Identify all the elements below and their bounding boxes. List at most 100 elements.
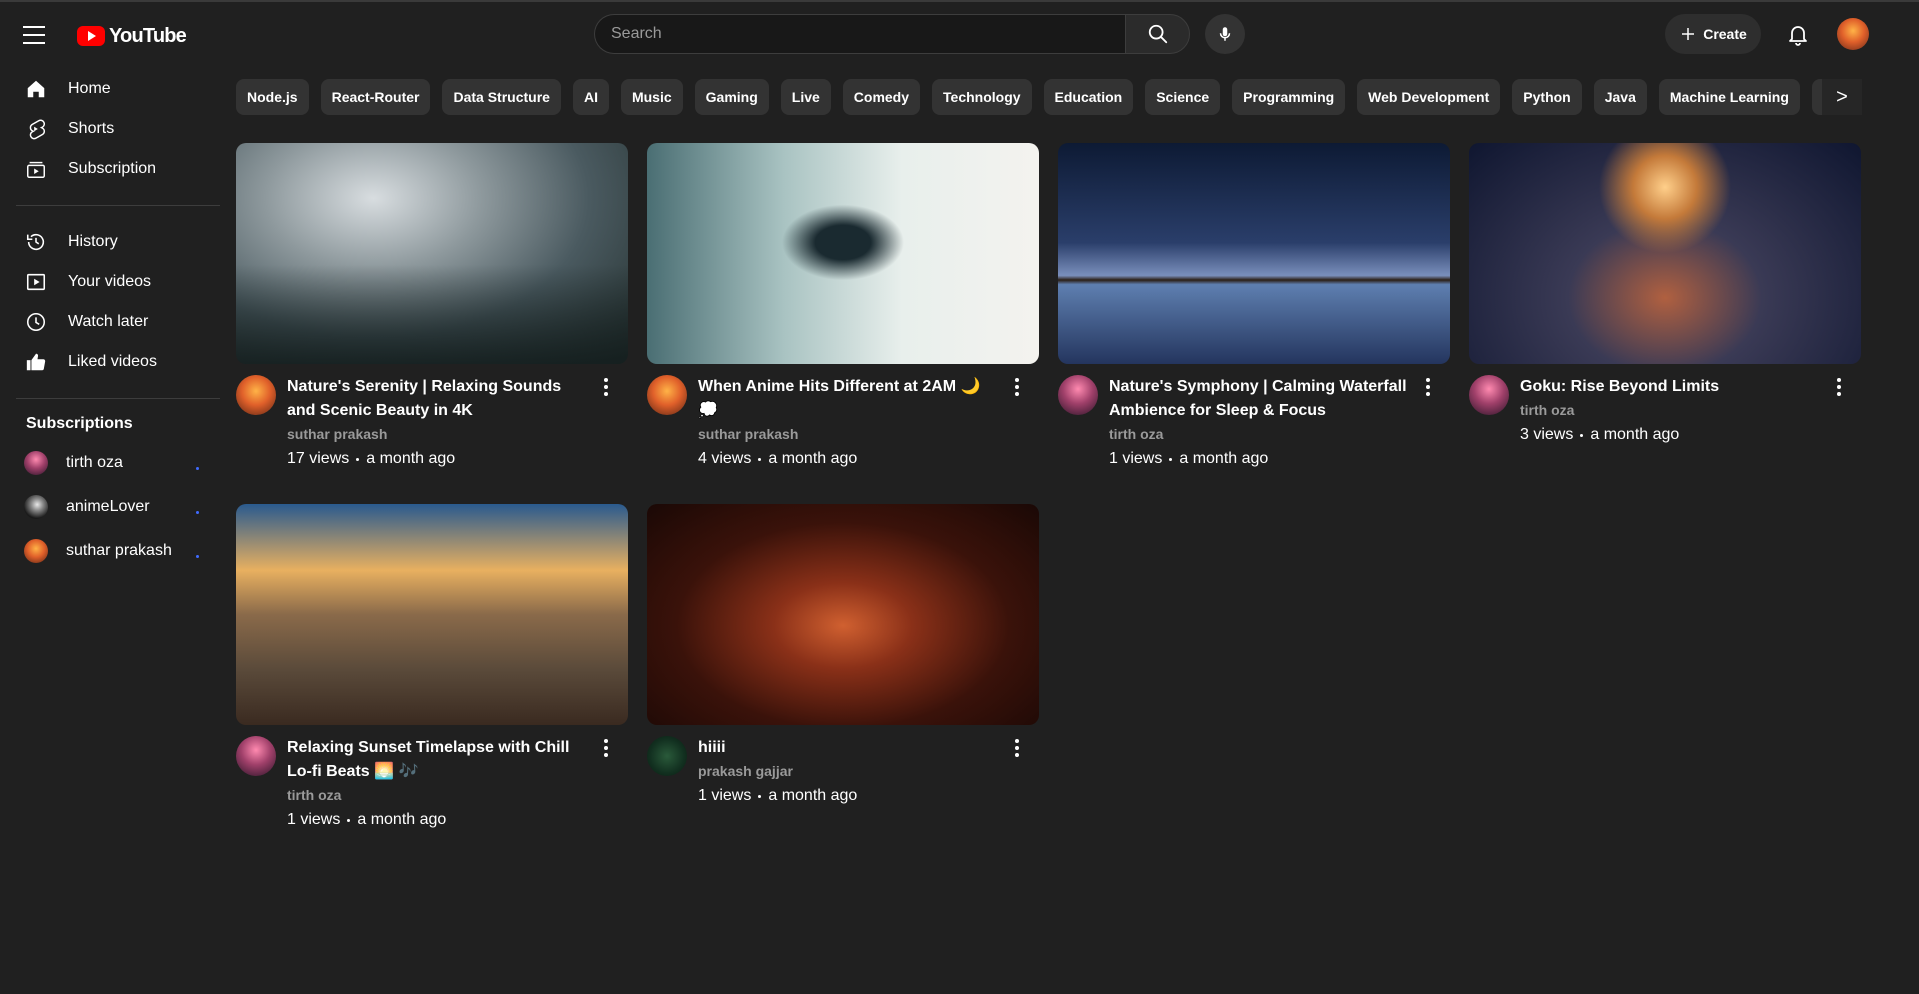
chip-gaming[interactable]: Gaming [694, 79, 769, 115]
sidebar-item-home[interactable]: Home [0, 69, 220, 109]
search-icon [1148, 24, 1167, 44]
your-videos-icon [24, 270, 48, 294]
channel-name[interactable]: prakash gajjar [698, 761, 999, 781]
account-avatar[interactable] [1837, 18, 1869, 50]
sidebar-subscription-animelover[interactable]: animeLover [0, 485, 220, 529]
subscriptions-icon [24, 157, 48, 181]
channel-avatar[interactable] [647, 736, 687, 776]
chip-java[interactable]: Java [1593, 79, 1647, 115]
sidebar-item-your-videos[interactable]: Your videos [0, 262, 220, 302]
video-title[interactable]: Nature's Symphony | Calming Waterfall Am… [1109, 375, 1410, 423]
video-stats: 1 views a month ago [1109, 447, 1410, 471]
sidebar-item-history[interactable]: History [0, 222, 220, 262]
sidebar-item-label: History [68, 233, 118, 250]
separator-dot [758, 457, 762, 461]
view-count: 3 views [1520, 426, 1574, 443]
new-content-dot [196, 467, 199, 470]
channel-avatar[interactable] [236, 736, 276, 776]
notifications-button[interactable] [1778, 14, 1818, 54]
create-button[interactable]: Create [1665, 14, 1761, 54]
chip-music[interactable]: Music [620, 79, 683, 115]
video-stats: 4 views a month ago [698, 447, 999, 471]
view-count: 1 views [1109, 450, 1163, 467]
more-actions-icon[interactable] [1829, 377, 1849, 397]
sidebar-item-label: Watch later [68, 313, 149, 330]
video-card: Relaxing Sunset Timelapse with Chill Lo-… [236, 504, 628, 832]
subscriptions-heading: Subscriptions [26, 415, 133, 432]
video-thumbnail[interactable] [1058, 143, 1450, 364]
more-actions-icon[interactable] [1007, 738, 1027, 758]
video-thumbnail[interactable] [647, 143, 1039, 364]
channel-avatar[interactable] [1058, 375, 1098, 415]
sidebar-item-shorts[interactable]: Shorts [0, 109, 220, 149]
chip-technology[interactable]: Technology [932, 79, 1032, 115]
chip-machine-learning[interactable]: Machine Learning [1658, 79, 1800, 115]
video-title[interactable]: Goku: Rise Beyond Limits [1520, 375, 1821, 399]
clock-icon [24, 310, 48, 334]
channel-avatar [24, 451, 48, 475]
video-title[interactable]: hiiii [698, 736, 999, 760]
channel-avatar [24, 539, 48, 563]
chip-data-structure[interactable]: Data Structure [442, 79, 561, 115]
video-title[interactable]: Relaxing Sunset Timelapse with Chill Lo-… [287, 736, 588, 784]
channel-avatar[interactable] [1469, 375, 1509, 415]
video-title[interactable]: Nature's Serenity | Relaxing Sounds and … [287, 375, 588, 423]
sidebar-item-subscription[interactable]: Subscription [0, 149, 220, 189]
separator-dot [758, 794, 762, 798]
youtube-logo[interactable]: YouTube [77, 23, 187, 49]
voice-search-button[interactable] [1205, 14, 1245, 54]
youtube-play-logo-icon [77, 26, 105, 46]
new-content-dot [196, 511, 199, 514]
chip-education[interactable]: Education [1043, 79, 1134, 115]
sidebar-item-liked-videos[interactable]: Liked videos [0, 342, 220, 382]
channel-name[interactable]: tirth oza [1520, 400, 1821, 420]
subscription-name: animeLover [66, 498, 150, 515]
video-title[interactable]: When Anime Hits Different at 2AM 🌙 💭 [698, 375, 999, 423]
chips-next-button[interactable]: > [1822, 79, 1862, 115]
sidebar-divider [16, 205, 220, 206]
chip-nodejs[interactable]: Node.js [236, 79, 309, 115]
channel-name[interactable]: suthar prakash [287, 424, 588, 444]
create-label: Create [1703, 26, 1747, 42]
channel-avatar[interactable] [236, 375, 276, 415]
subscription-name: suthar prakash [66, 542, 172, 559]
microphone-icon [1219, 27, 1231, 41]
more-actions-icon[interactable] [1418, 377, 1438, 397]
plus-icon [1682, 28, 1695, 40]
video-card: Nature's Serenity | Relaxing Sounds and … [236, 143, 628, 471]
chip-programming[interactable]: Programming [1232, 79, 1346, 115]
chip-live[interactable]: Live [780, 79, 831, 115]
upload-age: a month ago [768, 787, 858, 804]
more-actions-icon[interactable] [596, 738, 616, 758]
view-count: 17 views [287, 450, 350, 467]
video-thumbnail[interactable] [236, 504, 628, 725]
history-icon [24, 230, 48, 254]
channel-name[interactable]: tirth oza [287, 785, 588, 805]
search-input[interactable] [594, 14, 1125, 54]
search-button[interactable] [1125, 14, 1190, 54]
chip-comedy[interactable]: Comedy [842, 79, 921, 115]
upload-age: a month ago [357, 811, 447, 828]
sidebar-item-label: Your videos [68, 273, 152, 290]
view-count: 1 views [287, 811, 341, 828]
sidebar-item-watch-later[interactable]: Watch later [0, 302, 220, 342]
more-actions-icon[interactable] [596, 377, 616, 397]
separator-dot [1169, 457, 1173, 461]
sidebar-subscription-suthar-prakash[interactable]: suthar prakash [0, 529, 220, 573]
channel-name[interactable]: tirth oza [1109, 424, 1410, 444]
video-thumbnail[interactable] [1469, 143, 1861, 364]
channel-name[interactable]: suthar prakash [698, 424, 999, 444]
video-thumbnail[interactable] [236, 143, 628, 364]
chip-web-development[interactable]: Web Development [1357, 79, 1501, 115]
chip-react-router[interactable]: React-Router [320, 79, 431, 115]
channel-avatar[interactable] [647, 375, 687, 415]
chip-ai[interactable]: AI [572, 79, 609, 115]
view-count: 4 views [698, 450, 752, 467]
hamburger-menu-icon[interactable] [20, 22, 50, 48]
chip-python[interactable]: Python [1512, 79, 1582, 115]
video-thumbnail[interactable] [647, 504, 1039, 725]
sidebar-subscription-tirth-oza[interactable]: tirth oza [0, 441, 220, 485]
chip-science[interactable]: Science [1145, 79, 1221, 115]
upload-age: a month ago [1590, 426, 1680, 443]
more-actions-icon[interactable] [1007, 377, 1027, 397]
